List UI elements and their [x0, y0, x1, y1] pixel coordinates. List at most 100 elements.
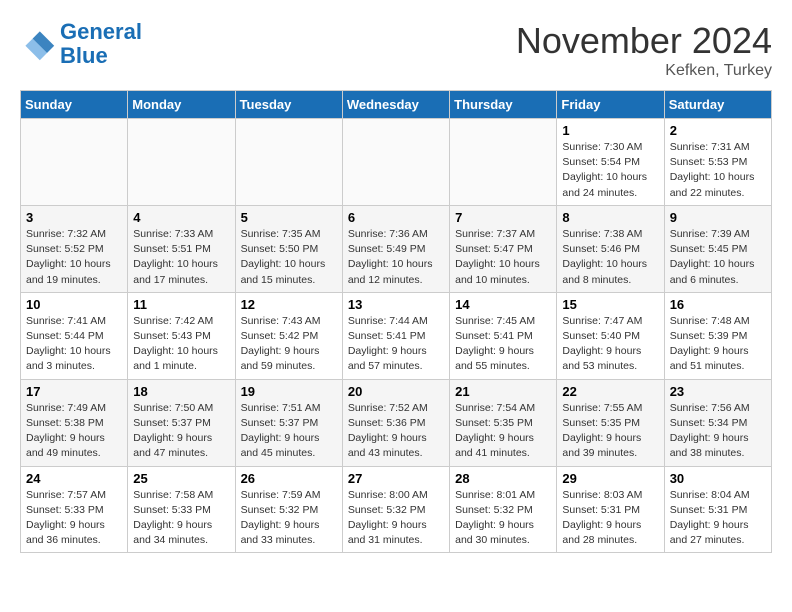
page-header: General Blue November 2024 Kefken, Turke…	[20, 20, 772, 80]
calendar-cell: 9 Sunrise: 7:39 AM Sunset: 5:45 PM Daylig…	[664, 205, 771, 292]
dow-header: Sunday	[21, 91, 128, 119]
calendar-cell: 11Sunrise: 7:42 AM Sunset: 5:43 PM Dayli…	[128, 292, 235, 379]
day-number: 14	[455, 297, 551, 312]
logo-icon	[20, 26, 56, 62]
day-info: Sunrise: 7:45 AM Sunset: 5:41 PM Dayligh…	[455, 314, 551, 375]
calendar-week-row: 17 Sunrise: 7:49 AM Sunset: 5:38 PM Dayli…	[21, 379, 772, 466]
day-number: 24	[26, 471, 122, 486]
day-number: 21	[455, 384, 551, 399]
calendar-cell: 3 Sunrise: 7:32 AM Sunset: 5:52 PM Daylig…	[21, 205, 128, 292]
day-number: 8	[562, 210, 658, 225]
calendar-cell	[128, 119, 235, 206]
calendar-cell: 22 Sunrise: 7:55 AM Sunset: 5:35 PM Dayli…	[557, 379, 664, 466]
calendar-cell: 4 Sunrise: 7:33 AM Sunset: 5:51 PM Daylig…	[128, 205, 235, 292]
calendar-cell	[342, 119, 449, 206]
day-number: 22	[562, 384, 658, 399]
day-info: Sunrise: 7:56 AM Sunset: 5:34 PM Dayligh…	[670, 401, 766, 462]
calendar-body: 1 Sunrise: 7:30 AM Sunset: 5:54 PM Daylig…	[21, 119, 772, 553]
location: Kefken, Turkey	[516, 62, 772, 80]
day-number: 27	[348, 471, 444, 486]
calendar-cell: 16Sunrise: 7:48 AM Sunset: 5:39 PM Dayli…	[664, 292, 771, 379]
day-info: Sunrise: 7:39 AM Sunset: 5:45 PM Dayligh…	[670, 227, 766, 288]
day-number: 28	[455, 471, 551, 486]
day-info: Sunrise: 7:42 AM Sunset: 5:43 PM Dayligh…	[133, 314, 229, 375]
day-info: Sunrise: 7:30 AM Sunset: 5:54 PM Dayligh…	[562, 140, 658, 201]
day-info: Sunrise: 7:50 AM Sunset: 5:37 PM Dayligh…	[133, 401, 229, 462]
day-number: 25	[133, 471, 229, 486]
day-info: Sunrise: 8:00 AM Sunset: 5:32 PM Dayligh…	[348, 488, 444, 549]
day-info: Sunrise: 7:32 AM Sunset: 5:52 PM Dayligh…	[26, 227, 122, 288]
calendar-cell: 12 Sunrise: 7:43 AM Sunset: 5:42 PM Dayli…	[235, 292, 342, 379]
day-number: 4	[133, 210, 229, 225]
day-info: Sunrise: 8:01 AM Sunset: 5:32 PM Dayligh…	[455, 488, 551, 549]
day-number: 1	[562, 123, 658, 138]
day-number: 6	[348, 210, 444, 225]
calendar-cell: 18 Sunrise: 7:50 AM Sunset: 5:37 PM Dayli…	[128, 379, 235, 466]
day-info: Sunrise: 7:31 AM Sunset: 5:53 PM Dayligh…	[670, 140, 766, 201]
day-number: 9	[670, 210, 766, 225]
day-info: Sunrise: 7:54 AM Sunset: 5:35 PM Dayligh…	[455, 401, 551, 462]
day-number: 20	[348, 384, 444, 399]
calendar-cell: 24 Sunrise: 7:57 AM Sunset: 5:33 PM Dayli…	[21, 466, 128, 553]
day-number: 12	[241, 297, 337, 312]
calendar-cell: 15 Sunrise: 7:47 AM Sunset: 5:40 PM Dayli…	[557, 292, 664, 379]
day-number: 7	[455, 210, 551, 225]
day-info: Sunrise: 7:57 AM Sunset: 5:33 PM Dayligh…	[26, 488, 122, 549]
day-info: Sunrise: 7:55 AM Sunset: 5:35 PM Dayligh…	[562, 401, 658, 462]
day-info: Sunrise: 7:37 AM Sunset: 5:47 PM Dayligh…	[455, 227, 551, 288]
calendar-cell: 30 Sunrise: 8:04 AM Sunset: 5:31 PM Dayli…	[664, 466, 771, 553]
day-info: Sunrise: 7:41 AM Sunset: 5:44 PM Dayligh…	[26, 314, 122, 375]
day-number: 29	[562, 471, 658, 486]
day-number: 26	[241, 471, 337, 486]
calendar-week-row: 10 Sunrise: 7:41 AM Sunset: 5:44 PM Dayli…	[21, 292, 772, 379]
day-info: Sunrise: 7:33 AM Sunset: 5:51 PM Dayligh…	[133, 227, 229, 288]
day-number: 17	[26, 384, 122, 399]
day-info: Sunrise: 7:59 AM Sunset: 5:32 PM Dayligh…	[241, 488, 337, 549]
day-number: 5	[241, 210, 337, 225]
day-info: Sunrise: 7:52 AM Sunset: 5:36 PM Dayligh…	[348, 401, 444, 462]
month-title: November 2024	[516, 20, 772, 62]
calendar-cell: 2 Sunrise: 7:31 AM Sunset: 5:53 PM Daylig…	[664, 119, 771, 206]
day-number: 23	[670, 384, 766, 399]
calendar-cell: 5Sunrise: 7:35 AM Sunset: 5:50 PM Daylig…	[235, 205, 342, 292]
dow-header: Tuesday	[235, 91, 342, 119]
calendar-cell: 20 Sunrise: 7:52 AM Sunset: 5:36 PM Dayli…	[342, 379, 449, 466]
calendar-cell	[450, 119, 557, 206]
day-info: Sunrise: 7:51 AM Sunset: 5:37 PM Dayligh…	[241, 401, 337, 462]
day-info: Sunrise: 7:44 AM Sunset: 5:41 PM Dayligh…	[348, 314, 444, 375]
dow-header: Saturday	[664, 91, 771, 119]
day-info: Sunrise: 7:49 AM Sunset: 5:38 PM Dayligh…	[26, 401, 122, 462]
day-info: Sunrise: 7:58 AM Sunset: 5:33 PM Dayligh…	[133, 488, 229, 549]
logo: General Blue	[20, 20, 142, 68]
calendar-cell: 13 Sunrise: 7:44 AM Sunset: 5:41 PM Dayli…	[342, 292, 449, 379]
day-number: 10	[26, 297, 122, 312]
calendar-cell: 7 Sunrise: 7:37 AM Sunset: 5:47 PM Daylig…	[450, 205, 557, 292]
day-number: 3	[26, 210, 122, 225]
day-info: Sunrise: 7:47 AM Sunset: 5:40 PM Dayligh…	[562, 314, 658, 375]
calendar-week-row: 24 Sunrise: 7:57 AM Sunset: 5:33 PM Dayli…	[21, 466, 772, 553]
day-number: 18	[133, 384, 229, 399]
calendar-cell	[235, 119, 342, 206]
day-info: Sunrise: 7:48 AM Sunset: 5:39 PM Dayligh…	[670, 314, 766, 375]
day-number: 2	[670, 123, 766, 138]
calendar-week-row: 3 Sunrise: 7:32 AM Sunset: 5:52 PM Daylig…	[21, 205, 772, 292]
day-info: Sunrise: 7:43 AM Sunset: 5:42 PM Dayligh…	[241, 314, 337, 375]
calendar-cell: 1 Sunrise: 7:30 AM Sunset: 5:54 PM Daylig…	[557, 119, 664, 206]
day-info: Sunrise: 8:04 AM Sunset: 5:31 PM Dayligh…	[670, 488, 766, 549]
day-number: 30	[670, 471, 766, 486]
day-number: 13	[348, 297, 444, 312]
calendar-cell: 21 Sunrise: 7:54 AM Sunset: 5:35 PM Dayli…	[450, 379, 557, 466]
calendar-cell: 10 Sunrise: 7:41 AM Sunset: 5:44 PM Dayli…	[21, 292, 128, 379]
calendar-cell: 8Sunrise: 7:38 AM Sunset: 5:46 PM Daylig…	[557, 205, 664, 292]
calendar-cell: 17 Sunrise: 7:49 AM Sunset: 5:38 PM Dayli…	[21, 379, 128, 466]
calendar-cell: 26 Sunrise: 7:59 AM Sunset: 5:32 PM Dayli…	[235, 466, 342, 553]
calendar-cell: 6Sunrise: 7:36 AM Sunset: 5:49 PM Daylig…	[342, 205, 449, 292]
logo-text: General Blue	[60, 20, 142, 68]
dow-header: Wednesday	[342, 91, 449, 119]
calendar-cell: 27 Sunrise: 8:00 AM Sunset: 5:32 PM Dayli…	[342, 466, 449, 553]
day-number: 15	[562, 297, 658, 312]
calendar-cell: 25 Sunrise: 7:58 AM Sunset: 5:33 PM Dayli…	[128, 466, 235, 553]
title-block: November 2024 Kefken, Turkey	[516, 20, 772, 80]
days-of-week-row: SundayMondayTuesdayWednesdayThursdayFrid…	[21, 91, 772, 119]
calendar-table: SundayMondayTuesdayWednesdayThursdayFrid…	[20, 90, 772, 553]
